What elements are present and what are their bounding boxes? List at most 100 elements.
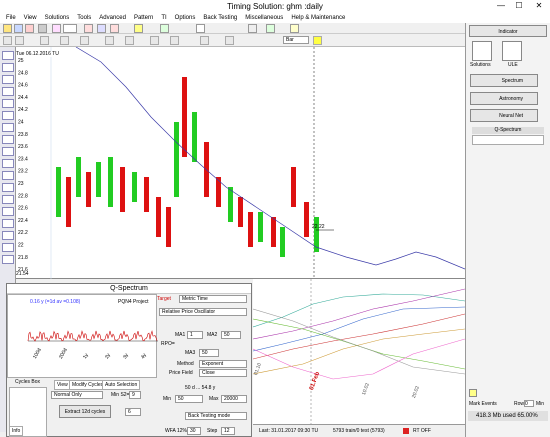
- oscillator-select[interactable]: Relative Price Oscillator: [159, 308, 247, 316]
- neural-net-button[interactable]: Neural Net: [470, 109, 538, 122]
- tool-icon-1[interactable]: [2, 51, 14, 60]
- indicator-button[interactable]: Indicator: [469, 25, 547, 37]
- open-icon[interactable]: [3, 24, 12, 33]
- menu-options[interactable]: Options: [175, 15, 196, 21]
- tool-icon-15[interactable]: [2, 219, 14, 228]
- menu-file[interactable]: File: [6, 15, 16, 21]
- method-select[interactable]: Exponent: [199, 360, 247, 368]
- astronomy-button[interactable]: Astronomy: [470, 92, 538, 105]
- price-field-select[interactable]: Close: [199, 369, 247, 377]
- tab-auto-selection[interactable]: Auto Selection: [102, 380, 141, 390]
- row-value[interactable]: 0: [524, 400, 534, 407]
- left-arrow-icon[interactable]: [105, 36, 114, 45]
- solutions-tab[interactable]: [472, 41, 492, 61]
- cycle-icon[interactable]: [134, 24, 143, 33]
- menu-back-testing[interactable]: Back Testing: [203, 15, 237, 21]
- close-chart-icon[interactable]: [25, 24, 34, 33]
- close-button[interactable]: ✕: [532, 0, 546, 12]
- bars-icon[interactable]: [225, 36, 234, 45]
- min-period-input[interactable]: 50: [175, 395, 203, 403]
- candle: [258, 212, 263, 242]
- save-icon[interactable]: [14, 24, 23, 33]
- rt-off-icon[interactable]: [403, 428, 409, 434]
- wfa-input[interactable]: 30: [187, 427, 201, 435]
- zoom-in-icon[interactable]: [52, 24, 61, 33]
- ule-tab[interactable]: [502, 41, 522, 61]
- backtest-select[interactable]: Back Testing mode: [185, 412, 247, 420]
- tool-icon-5[interactable]: [2, 99, 14, 108]
- menu-help[interactable]: Help & Maintenance: [291, 15, 345, 21]
- max-period-input[interactable]: 20000: [221, 395, 247, 403]
- min-s2-label: Min S2=: [111, 392, 130, 398]
- dot-icon[interactable]: [60, 36, 69, 45]
- grid-icon[interactable]: [248, 24, 257, 33]
- chart-icon[interactable]: [266, 24, 275, 33]
- menu-view[interactable]: View: [24, 15, 37, 21]
- mark-events-checkbox[interactable]: Mark Events: [469, 401, 497, 407]
- marker-icon[interactable]: [469, 389, 477, 397]
- y-tick-label: 22.2: [18, 230, 28, 236]
- star-icon[interactable]: [290, 24, 299, 33]
- time-icon[interactable]: [196, 24, 205, 33]
- extract-button[interactable]: Extract 12d cycles: [59, 405, 111, 418]
- tab-modify-cycles[interactable]: Modify Cycles: [69, 380, 107, 390]
- tool-icon-6[interactable]: [2, 111, 14, 120]
- menu-advanced[interactable]: Advanced: [99, 15, 126, 21]
- stop-icon[interactable]: [84, 24, 93, 33]
- spectrum-button[interactable]: Spectrum: [470, 74, 538, 87]
- y-tick-label: 23: [18, 181, 24, 187]
- tool-icon-4[interactable]: [2, 87, 14, 96]
- step-input[interactable]: 12: [221, 427, 235, 435]
- tool-icon-12[interactable]: [2, 183, 14, 192]
- chart-type-select[interactable]: Bar: [283, 36, 309, 44]
- cycle-count-input[interactable]: 6: [125, 408, 141, 416]
- min-s2-input[interactable]: 9: [129, 391, 141, 399]
- price-chart-svg: 25 24.8 24.6 24.4 24.2 24 23.8 23.6 23.4 23.2 23 22…: [18, 46, 466, 279]
- tool-icon-13[interactable]: [2, 195, 14, 204]
- menu-pattern[interactable]: Pattern: [134, 15, 153, 21]
- up-arrow-icon[interactable]: [150, 36, 159, 45]
- tool-icon-3[interactable]: [2, 75, 14, 84]
- min-max-icon[interactable]: [63, 24, 77, 33]
- info-button[interactable]: Info: [9, 426, 24, 436]
- menu-miscellaneous[interactable]: Miscellaneous: [245, 15, 283, 21]
- maximize-button[interactable]: ☐: [512, 0, 526, 12]
- tool-icon-16[interactable]: [2, 231, 14, 240]
- arrow-icon[interactable]: [40, 36, 49, 45]
- more-button[interactable]: [313, 36, 322, 45]
- tool-icon-14[interactable]: [2, 207, 14, 216]
- wave-icon[interactable]: [160, 24, 169, 33]
- tool-icon-2[interactable]: [2, 63, 14, 72]
- target-select[interactable]: Metric Time: [179, 295, 247, 303]
- pointer-icon[interactable]: [15, 36, 24, 45]
- ma2-input[interactable]: 50: [221, 331, 241, 339]
- candle: [174, 122, 179, 197]
- mode-select[interactable]: Normal Only: [51, 391, 103, 399]
- tool-icon-18[interactable]: [2, 255, 14, 264]
- menu-solutions[interactable]: Solutions: [45, 15, 70, 21]
- hand-icon[interactable]: [3, 36, 12, 45]
- tool-icon-8[interactable]: [2, 135, 14, 144]
- ma1-input[interactable]: 1: [187, 331, 203, 339]
- right-arrow-icon[interactable]: [125, 36, 134, 45]
- settings-icon[interactable]: [97, 24, 106, 33]
- price-chart[interactable]: 25 24.8 24.6 24.4 24.2 24 23.8 23.6 23.4 23.2 23 22…: [16, 46, 466, 279]
- tool-icon-9[interactable]: [2, 147, 14, 156]
- print-icon[interactable]: [38, 24, 47, 33]
- tool-icon-7[interactable]: [2, 123, 14, 132]
- cross-icon[interactable]: [80, 36, 89, 45]
- ma3-input[interactable]: 50: [199, 349, 219, 357]
- candle: [108, 157, 113, 207]
- menu-tools[interactable]: Tools: [77, 15, 91, 21]
- tool-icon-17[interactable]: [2, 243, 14, 252]
- marker-icon[interactable]: [110, 24, 119, 33]
- tool-icon-11[interactable]: [2, 171, 14, 180]
- lines-icon[interactable]: [200, 36, 209, 45]
- minimize-button[interactable]: —: [494, 0, 508, 12]
- cycles-lines-svg: [252, 279, 466, 424]
- menu-ti[interactable]: TI: [161, 15, 166, 21]
- candle: [271, 217, 276, 247]
- qspectrum-row[interactable]: [472, 135, 544, 145]
- tool-icon-10[interactable]: [2, 159, 14, 168]
- down-arrow-icon[interactable]: [170, 36, 179, 45]
